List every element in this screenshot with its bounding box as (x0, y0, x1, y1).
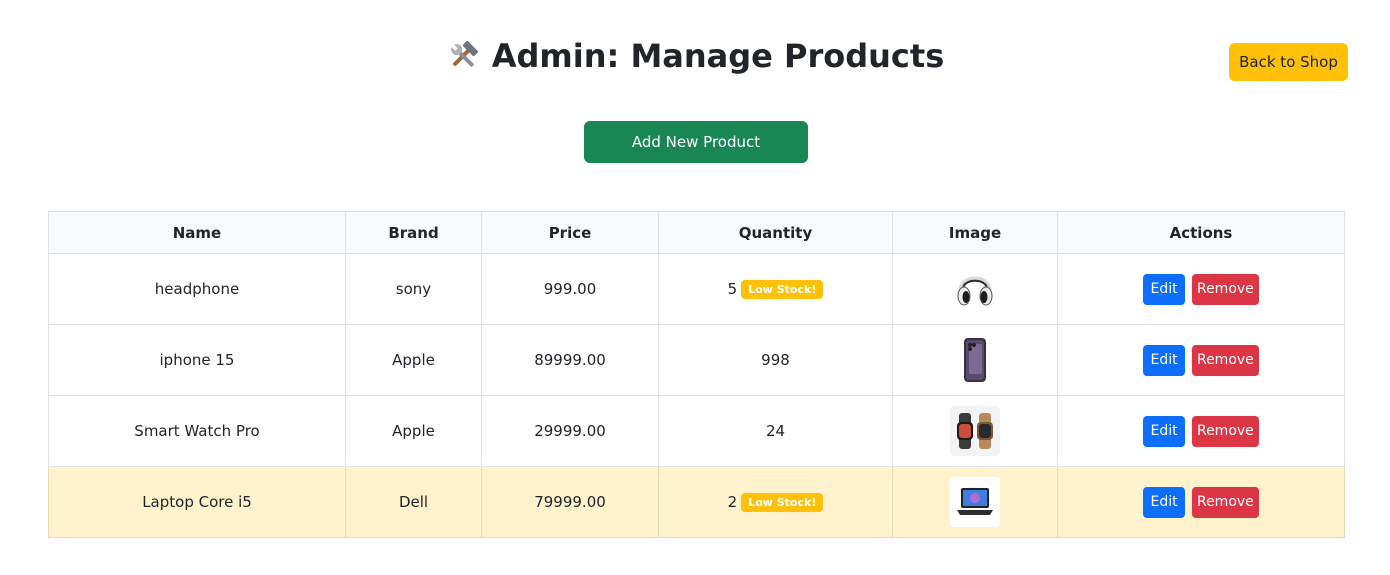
product-image-cell (892, 324, 1058, 396)
column-header-image: Image (892, 211, 1058, 254)
edit-button[interactable]: Edit (1143, 344, 1186, 376)
back-to-shop-button[interactable]: Back to Shop (1229, 43, 1348, 81)
product-price: 89999.00 (481, 324, 659, 396)
laptop-image (950, 477, 1000, 527)
product-quantity-cell: 2 Low Stock! (658, 466, 893, 538)
product-price: 29999.00 (481, 395, 659, 467)
headphone-image (950, 264, 1000, 314)
product-brand: Dell (345, 466, 482, 538)
page-header: Admin: Manage Products (0, 36, 1390, 77)
actions-cell: Edit Remove (1057, 253, 1345, 325)
iphone-image (950, 335, 1000, 385)
table-row-low-stock: Laptop Core i5 Dell 79999.00 2 Low Stock… (48, 466, 1345, 538)
product-quantity: 998 (761, 351, 790, 369)
remove-button[interactable]: Remove (1191, 344, 1259, 376)
table-row: iphone 15 Apple 89999.00 998 Edit Remove (48, 324, 1345, 396)
actions-cell: Edit Remove (1057, 466, 1345, 538)
column-header-brand: Brand (345, 211, 482, 254)
product-image-cell (892, 395, 1058, 467)
product-quantity-cell: 24 (658, 395, 893, 467)
edit-button[interactable]: Edit (1143, 486, 1186, 518)
product-quantity-cell: 5 Low Stock! (658, 253, 893, 325)
column-header-quantity: Quantity (658, 211, 893, 254)
product-name: Smart Watch Pro (48, 395, 346, 467)
product-name: iphone 15 (48, 324, 346, 396)
product-quantity: 24 (765, 422, 786, 440)
page-title-text: Admin: Manage Products (491, 37, 945, 75)
actions-cell: Edit Remove (1057, 395, 1345, 467)
smart-watch-image (950, 406, 1000, 456)
column-header-name: Name (48, 211, 346, 254)
column-header-actions: Actions (1057, 211, 1345, 254)
product-quantity: 5 (727, 280, 738, 298)
product-quantity-cell: 998 (658, 324, 893, 396)
page-title: Admin: Manage Products (446, 36, 944, 76)
product-quantity: 2 (727, 493, 738, 511)
product-name: headphone (48, 253, 346, 325)
product-name: Laptop Core i5 (48, 466, 346, 538)
remove-button[interactable]: Remove (1191, 486, 1259, 518)
hammer-and-wrench-icon (446, 39, 480, 73)
product-brand: sony (345, 253, 482, 325)
edit-button[interactable]: Edit (1143, 415, 1186, 447)
actions-cell: Edit Remove (1057, 324, 1345, 396)
product-image-cell (892, 466, 1058, 538)
table-row: headphone sony 999.00 5 Low Stock! Edit … (48, 253, 1345, 325)
column-header-price: Price (481, 211, 659, 254)
table-header-row: Name Brand Price Quantity Image Actions (48, 211, 1345, 254)
products-table: Name Brand Price Quantity Image Actions … (48, 211, 1345, 538)
product-image-cell (892, 253, 1058, 325)
table-row: Smart Watch Pro Apple 29999.00 24 Edit R… (48, 395, 1345, 467)
remove-button[interactable]: Remove (1191, 415, 1259, 447)
remove-button[interactable]: Remove (1191, 273, 1259, 305)
low-stock-badge: Low Stock! (741, 279, 824, 299)
add-new-product-button[interactable]: Add New Product (584, 121, 808, 163)
edit-button[interactable]: Edit (1143, 273, 1186, 305)
product-brand: Apple (345, 324, 482, 396)
low-stock-badge: Low Stock! (741, 492, 824, 512)
product-price: 999.00 (481, 253, 659, 325)
product-price: 79999.00 (481, 466, 659, 538)
product-brand: Apple (345, 395, 482, 467)
